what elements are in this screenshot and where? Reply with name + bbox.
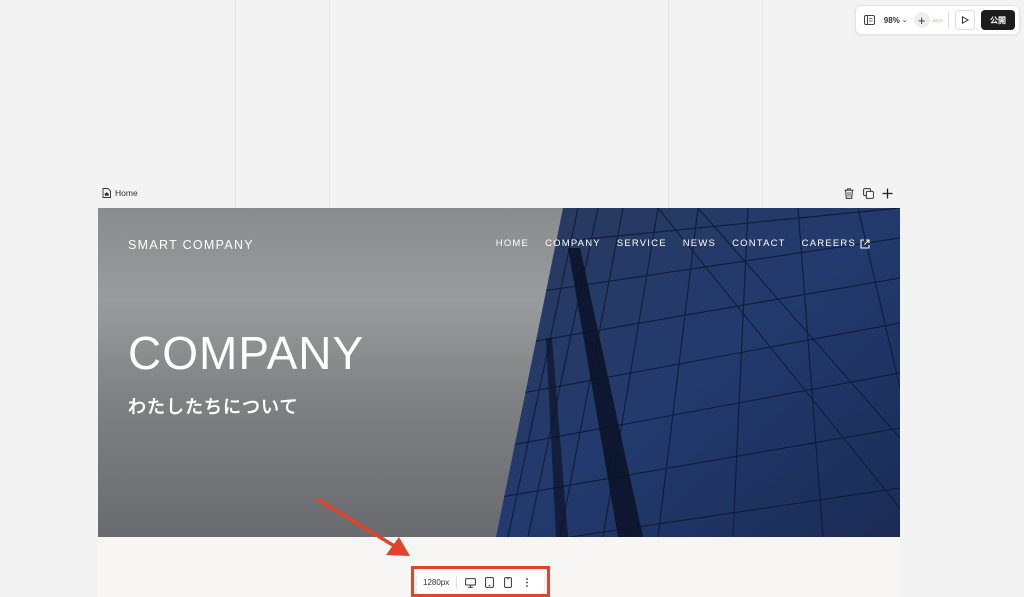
zoom-value: 98%	[883, 15, 900, 25]
hero-section[interactable]: SMART COMPANY HOME COMPANY SERVICE NEWS …	[98, 208, 900, 537]
nav-item-home[interactable]: HOME	[496, 238, 529, 249]
nav-item-careers-label: CAREERS	[801, 238, 856, 249]
zoom-dropdown[interactable]: 98% ⌄	[884, 16, 908, 25]
hero-subtitle: わたしたちについて	[128, 397, 299, 417]
annotation-highlight-box	[411, 566, 550, 597]
canvas-guide	[329, 0, 330, 208]
page-home-icon	[102, 188, 111, 198]
nav-item-news[interactable]: NEWS	[683, 238, 716, 249]
toolbar-divider	[948, 11, 949, 29]
canvas-guide	[668, 0, 669, 208]
nav-item-company[interactable]: COMPANY	[545, 238, 601, 249]
site-nav: HOME COMPANY SERVICE NEWS CONTACT CAREER…	[496, 238, 870, 249]
play-icon	[962, 16, 969, 24]
add-element-button[interactable]: +	[913, 12, 930, 28]
preview-button[interactable]	[955, 10, 975, 30]
external-link-icon	[860, 238, 870, 249]
hero-title: COMPANY	[128, 327, 365, 379]
publish-button[interactable]: 公開	[981, 10, 1015, 30]
panel-layout-icon[interactable]	[862, 12, 878, 28]
canvas-guide	[762, 0, 763, 208]
trash-icon[interactable]	[843, 187, 855, 199]
editor-toolbar: 98% ⌄ + NEW 公開	[854, 5, 1020, 35]
canvas-guide	[235, 0, 236, 208]
new-badge: NEW	[932, 17, 942, 23]
plus-icon[interactable]	[881, 187, 893, 199]
plus-icon: +	[917, 12, 926, 28]
nav-item-service[interactable]: SERVICE	[617, 238, 667, 249]
frame-actions	[843, 187, 893, 199]
site-brand[interactable]: SMART COMPANY	[128, 238, 254, 252]
page-name: Home	[115, 188, 138, 198]
page-frame-label[interactable]: Home	[102, 188, 138, 198]
duplicate-icon[interactable]	[862, 187, 874, 199]
nav-item-careers[interactable]: CAREERS	[802, 238, 870, 249]
chevron-down-icon: ⌄	[901, 17, 908, 24]
nav-item-contact[interactable]: CONTACT	[732, 238, 786, 249]
